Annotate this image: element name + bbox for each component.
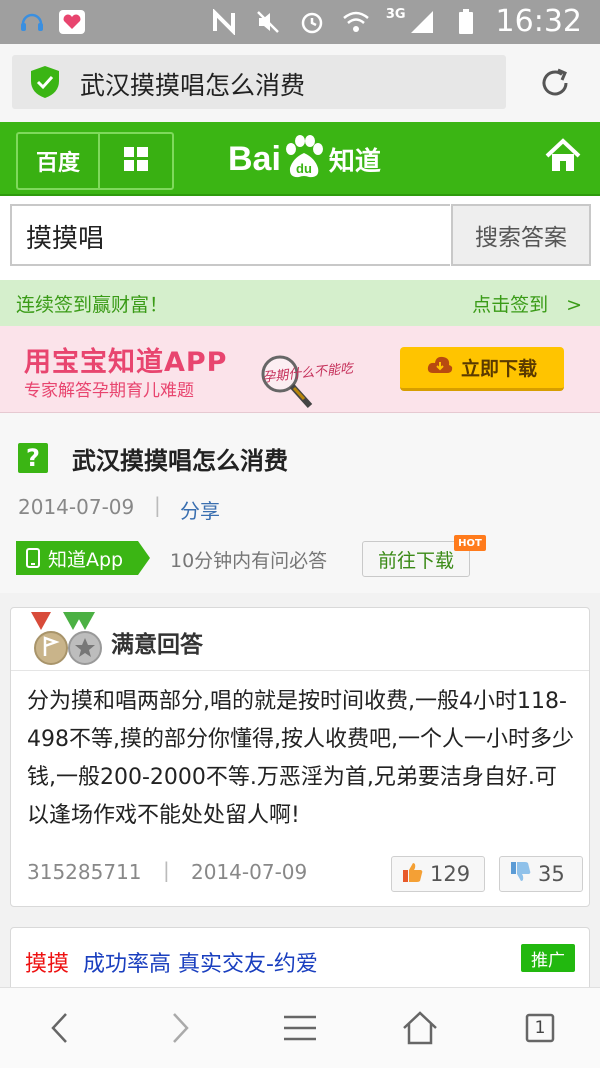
upvote-count: 129 [430, 862, 471, 886]
sign-in-promo-text: 连续签到赢财富！ [16, 294, 169, 316]
grid-menu-button[interactable] [100, 134, 172, 188]
separator: | [163, 858, 170, 882]
medal-icon [25, 610, 109, 670]
reload-icon[interactable] [538, 66, 572, 104]
downvote-count: 35 [538, 862, 565, 886]
best-answer-card: 满意回答 分为摸和唱两部分,唱的就是按时间收费,一般4小时118-498不等,摸… [10, 607, 590, 907]
download-now-button[interactable]: 立即下载 [400, 347, 564, 391]
heart-app-icon [58, 8, 86, 36]
battery-icon [452, 8, 480, 36]
nav-button-group: 百度 [16, 132, 174, 190]
clock: 16:32 [495, 4, 582, 39]
logo-zhidao-text: 知道 [328, 146, 381, 177]
paw-icon: du [283, 134, 325, 184]
network-type-label: 3G [385, 6, 406, 22]
home-icon[interactable] [544, 138, 582, 178]
separator: | [154, 493, 161, 517]
question-mark-icon: ? [18, 443, 48, 473]
page-title: 武汉摸摸唱怎么消费 [80, 71, 306, 100]
home-outline-icon[interactable] [400, 1008, 440, 1048]
upvote-button[interactable]: 129 [391, 856, 485, 892]
address-field[interactable]: 武汉摸摸唱怎么消费 [12, 55, 506, 109]
shield-check-icon [30, 65, 60, 103]
signal-icon [408, 8, 436, 36]
headset-icon [18, 8, 46, 36]
baidu-zhidao-logo[interactable]: Bai du 知道 [228, 134, 381, 184]
sign-in-link-label: 点击签到 [472, 294, 549, 316]
thumbs-down-icon [510, 861, 532, 888]
mute-icon [254, 8, 282, 36]
answer-body: 分为摸和唱两部分,唱的就是按时间收费,一般4小时118-498不等,摸的部分你懂… [27, 689, 574, 828]
question-section: ? 武汉摸摸唱怎么消费 2014-07-09 | 分享 知道App 10分钟内有… [0, 413, 600, 593]
question-title: 武汉摸摸唱怎么消费 [72, 447, 288, 475]
app-promo-banner[interactable]: 用宝宝知道APP 专家解答孕期育儿难题 孕期什么不能吃 立即下载 [0, 326, 600, 413]
tabs-icon[interactable]: 1 [520, 1008, 560, 1048]
status-bar: 3G 16:32 [0, 0, 600, 44]
sign-in-bar[interactable]: 连续签到赢财富！ 点击签到 > [0, 280, 600, 326]
url-bar: 武汉摸摸唱怎么消费 [0, 44, 600, 122]
ad-text[interactable]: 成功率高 真实交友-约爱 [83, 946, 318, 978]
forward-icon[interactable] [160, 1008, 200, 1048]
answer-header: 满意回答 [11, 608, 589, 671]
wifi-icon [342, 8, 370, 36]
cloud-download-icon [427, 355, 453, 380]
question-date: 2014-07-09 [18, 495, 135, 519]
tab-count: 1 [534, 1018, 546, 1038]
zhidao-app-label: 知道App [48, 549, 124, 571]
search-input[interactable]: 摸摸唱 [10, 204, 450, 266]
thumbs-up-icon [402, 861, 424, 888]
menu-icon[interactable] [280, 1008, 320, 1048]
chevron-right-icon: > [566, 294, 582, 316]
grid-icon [123, 146, 149, 176]
alarm-icon [298, 8, 326, 36]
banner-subline: 专家解答孕期育儿难题 [24, 381, 194, 401]
hot-badge: HOT [454, 535, 486, 551]
back-icon[interactable] [40, 1008, 80, 1048]
downvote-button[interactable]: 35 [499, 856, 583, 892]
logo-bai-text: Bai [228, 139, 281, 178]
ad-keyword[interactable]: 摸摸 [25, 946, 69, 978]
logo-du-text: du [296, 161, 312, 176]
phone-icon [26, 548, 40, 572]
answer-date: 2014-07-09 [191, 860, 308, 884]
answer-promise-text: 10分钟内有问必答 [170, 550, 328, 572]
answer-user[interactable]: 315285711 [27, 860, 142, 884]
browser-toolbar: 1 [0, 987, 600, 1068]
sign-in-link[interactable]: 点击签到 > [472, 290, 582, 317]
answer-header-title: 满意回答 [111, 632, 203, 658]
search-answer-button[interactable]: 搜索答案 [451, 204, 591, 266]
share-link[interactable]: 分享 [180, 495, 220, 524]
promoted-tag: 推广 [521, 944, 575, 972]
search-bar: 摸摸唱 搜索答案 [0, 196, 600, 280]
baidu-home-button[interactable]: 百度 [18, 134, 100, 188]
site-header: 百度 Bai du 知道 [0, 122, 600, 196]
banner-headline: 用宝宝知道APP [24, 347, 228, 378]
zhidao-app-badge[interactable]: 知道App [16, 541, 150, 575]
search-query-text: 摸摸唱 [26, 224, 105, 254]
download-now-label: 立即下载 [460, 358, 537, 380]
nfc-icon [210, 8, 238, 36]
